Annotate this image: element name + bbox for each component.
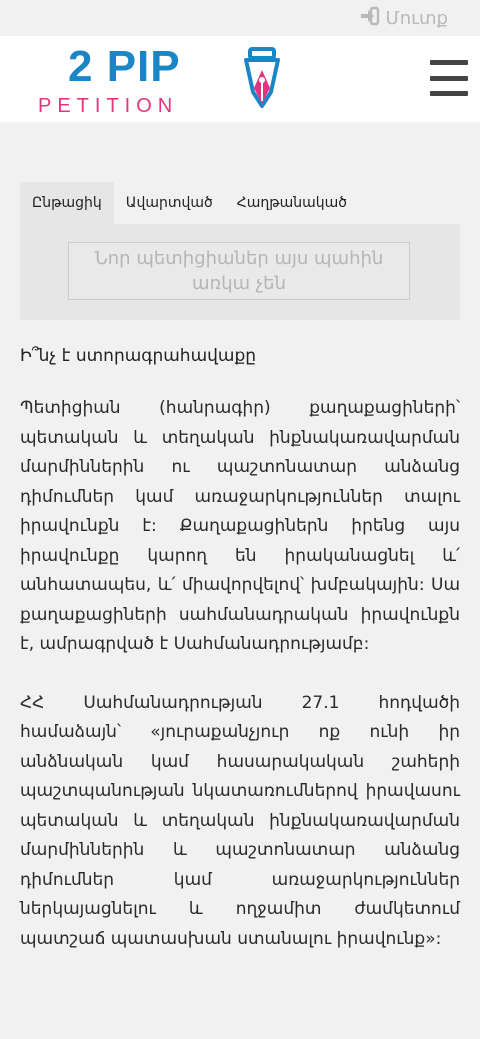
tab-finished[interactable]: Ավարտված: [114, 182, 225, 224]
pen-nib-icon: [244, 47, 280, 108]
tab-panel: Նոր պետիցիաներ այս պահին առկա չեն: [20, 224, 460, 320]
hamburger-icon-bar: [430, 75, 468, 81]
sign-in-icon: [360, 6, 380, 31]
login-label: Մուտք: [385, 7, 448, 29]
site-header: 2 PIP PETITION: [0, 36, 480, 122]
tab-current[interactable]: Ընթացիկ: [20, 182, 114, 224]
tab-list: Ընթացիկ Ավարտված Հաղթանակած: [20, 182, 460, 224]
site-logo[interactable]: 2 PIP PETITION: [38, 42, 288, 117]
tab-won[interactable]: Հաղթանակած: [225, 182, 359, 224]
menu-button[interactable]: [430, 60, 468, 96]
logo-subtitle: PETITION: [38, 95, 179, 117]
logo-title: 2 PIP: [68, 42, 181, 91]
hamburger-icon-bar: [430, 60, 468, 65]
login-link[interactable]: Մուտք: [360, 6, 448, 31]
top-bar: Մուտք: [0, 0, 480, 36]
petition-tabs: Ընթացիկ Ավարտված Հաղթանակած Նոր պետիցիան…: [20, 182, 460, 320]
paragraph-definition: Պետիցիան (հանրագիր) քաղաքացիների՝ պետակա…: [20, 398, 460, 654]
hamburger-icon-bar: [430, 91, 468, 96]
paragraph-constitution: ՀՀ Սահմանադրության 27.1 հոդվածի համաձայն…: [20, 692, 460, 949]
empty-notice: Նոր պետիցիաներ այս պահին առկա չեն: [68, 242, 410, 300]
section-title: Ի՞նչ է ստորագրահավաքը: [20, 346, 257, 366]
